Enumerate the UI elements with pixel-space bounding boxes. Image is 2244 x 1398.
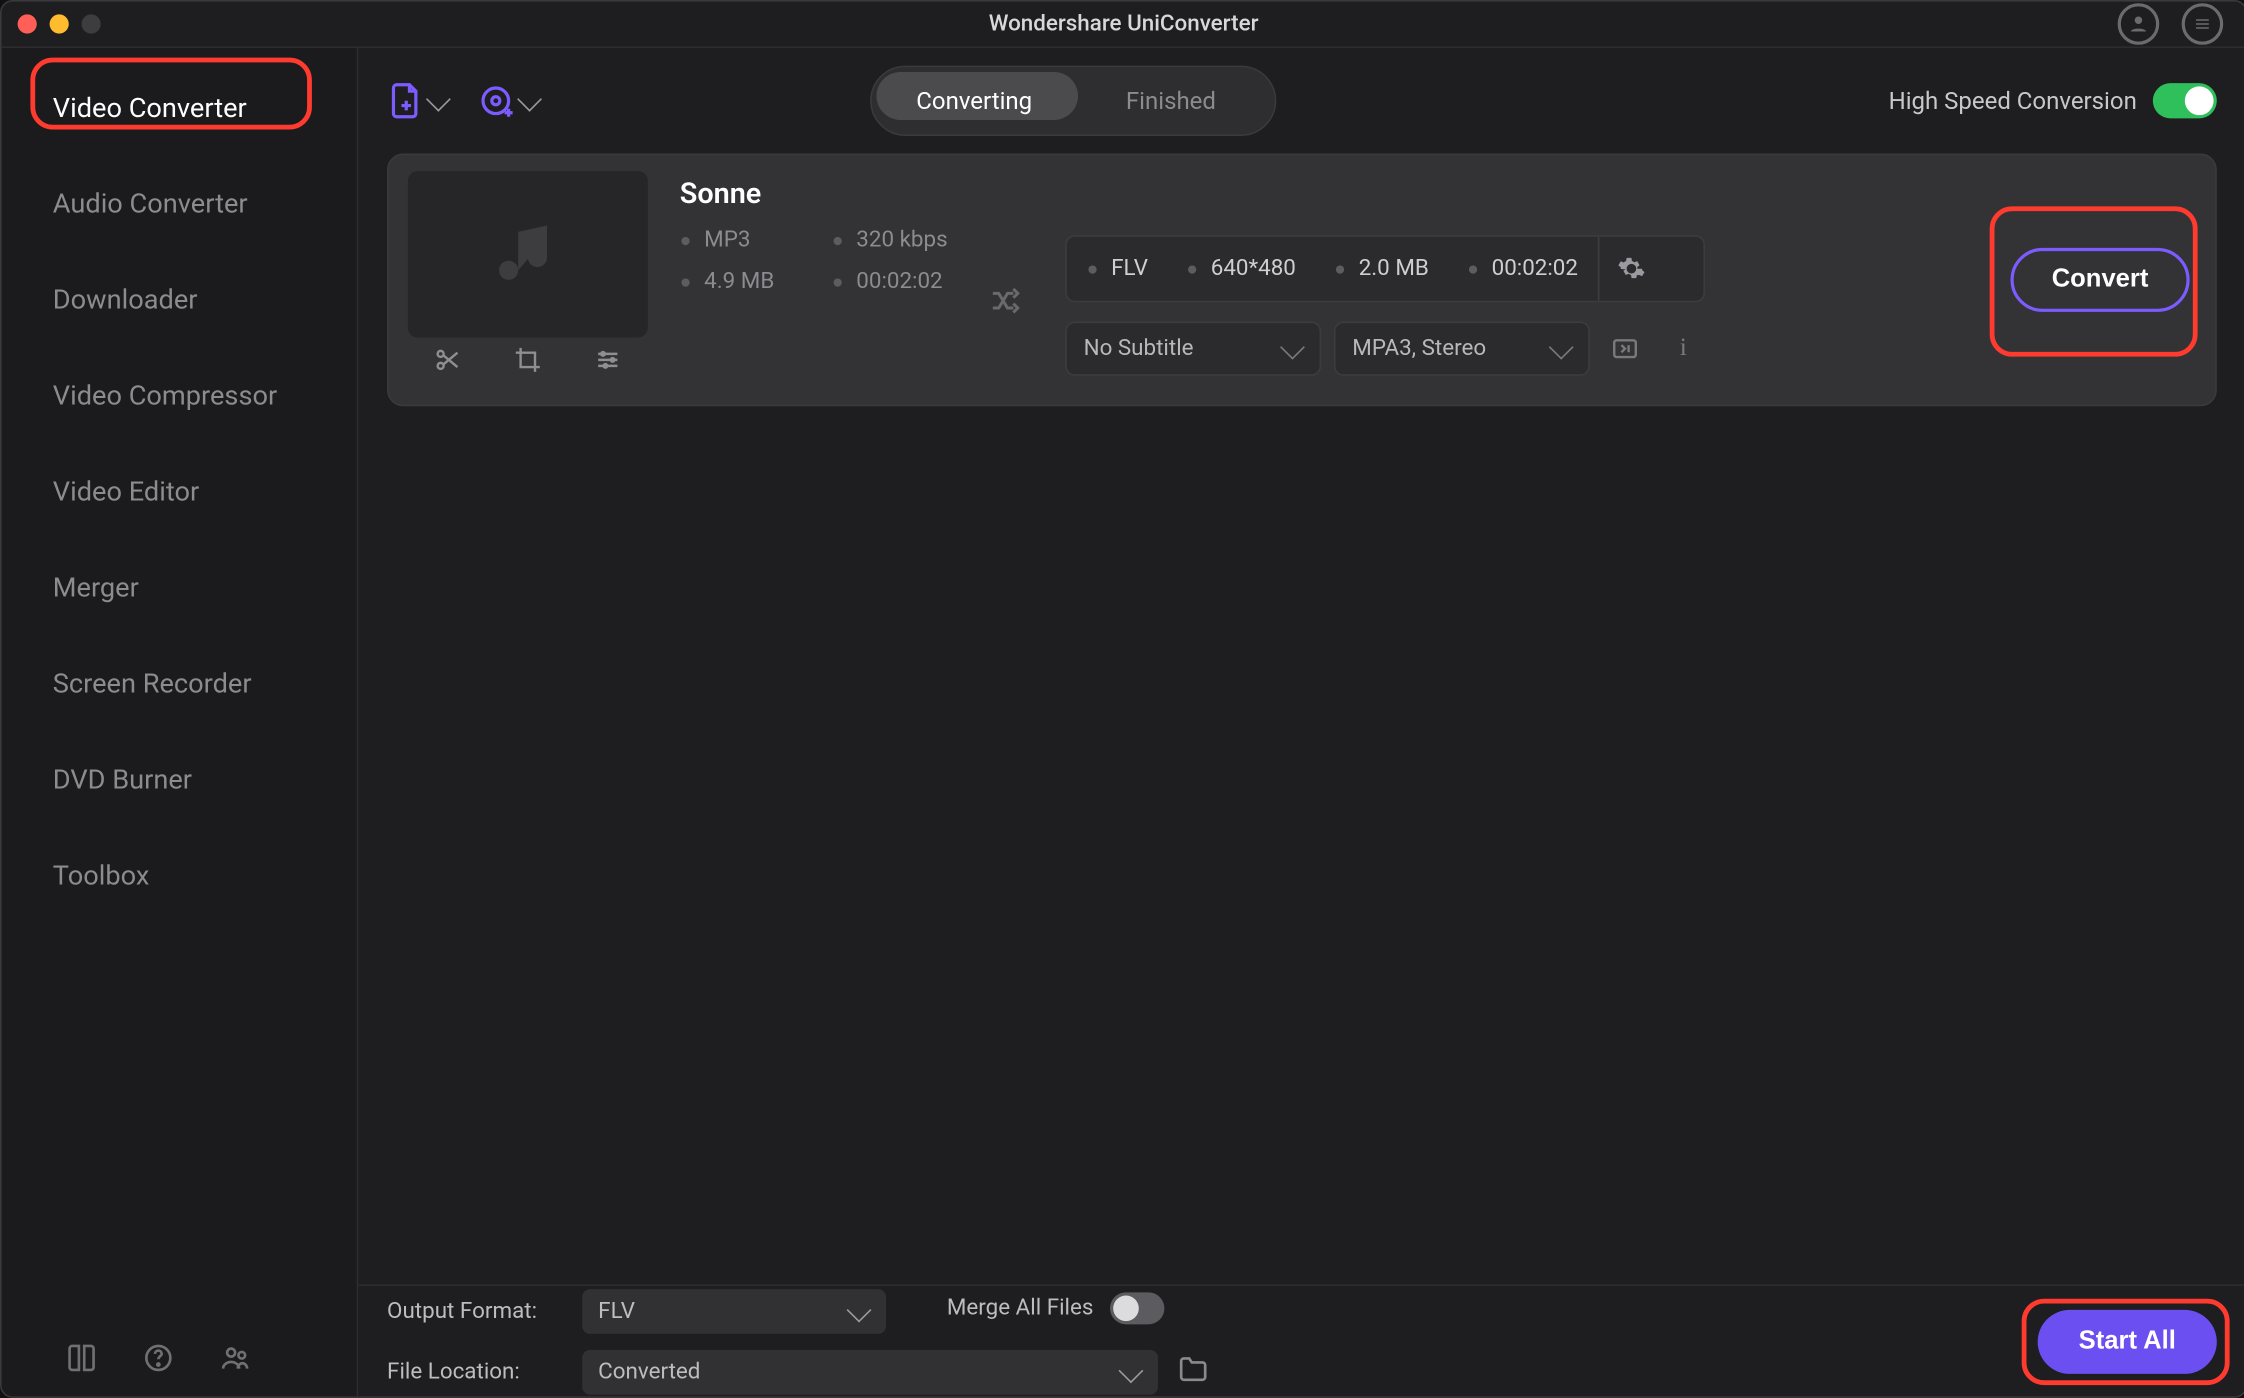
- file-location-dropdown[interactable]: Converted: [582, 1350, 1158, 1395]
- src-format: ●MP3: [680, 227, 775, 253]
- menu-icon[interactable]: [2182, 3, 2224, 45]
- out-size: ●2.0 MB: [1315, 237, 1448, 301]
- out-duration: ●00:02:02: [1448, 237, 1597, 301]
- info-icon[interactable]: i: [1661, 326, 1706, 371]
- output-format-dropdown[interactable]: FLV: [582, 1289, 886, 1334]
- chevron-down-icon: [426, 86, 451, 111]
- seg-finished[interactable]: Finished: [1073, 77, 1270, 125]
- sidebar-item-video-editor[interactable]: Video Editor: [2, 445, 357, 541]
- toolbar: Converting Finished High Speed Conversio…: [358, 48, 2244, 154]
- src-bitrate: ●320 kbps: [832, 227, 948, 253]
- minimize-window-icon[interactable]: [50, 14, 69, 33]
- sidebar-item-downloader[interactable]: Downloader: [2, 253, 357, 349]
- close-window-icon[interactable]: [18, 14, 37, 33]
- audio-dropdown[interactable]: MPA3, Stereo: [1335, 321, 1591, 375]
- sidebar: Video Converter Audio Converter Download…: [2, 48, 359, 1398]
- sidebar-item-audio-converter[interactable]: Audio Converter: [2, 157, 357, 253]
- sidebar-item-video-converter[interactable]: Video Converter: [2, 61, 357, 157]
- guide-icon[interactable]: [66, 1342, 98, 1380]
- chevron-down-icon: [847, 1297, 872, 1322]
- trim-icon[interactable]: [433, 345, 462, 380]
- maximize-window-icon[interactable]: [82, 14, 101, 33]
- conversion-list: Sonne ●MP3 ●320 kbps ●4.9 MB ●00:02:02: [358, 154, 2244, 1285]
- titlebar: Wondershare UniConverter: [2, 2, 2244, 48]
- chevron-down-icon: [517, 86, 542, 111]
- file-location-label: File Location:: [387, 1360, 563, 1386]
- crop-icon[interactable]: [513, 345, 542, 380]
- out-format: ●FLV: [1068, 237, 1168, 301]
- convert-button[interactable]: Convert: [2010, 248, 2189, 312]
- music-note-icon: [489, 216, 566, 293]
- thumbnail[interactable]: [408, 171, 648, 337]
- output-format-label: Output Format:: [387, 1299, 563, 1325]
- help-icon[interactable]: [142, 1342, 174, 1380]
- community-icon[interactable]: [219, 1342, 251, 1380]
- bottom-bar: Output Format: FLV Merge All Files File …: [358, 1284, 2244, 1398]
- audio-value: MPA3, Stereo: [1352, 336, 1486, 362]
- output-format-value: FLV: [598, 1299, 635, 1325]
- window-title: Wondershare UniConverter: [989, 11, 1259, 37]
- effects-icon[interactable]: [593, 345, 622, 380]
- sidebar-footer: [2, 1324, 357, 1398]
- merge-toggle[interactable]: [1109, 1292, 1163, 1324]
- add-file-button[interactable]: [387, 82, 449, 120]
- out-res: ●640*480: [1167, 237, 1315, 301]
- sidebar-item-screen-recorder[interactable]: Screen Recorder: [2, 637, 357, 733]
- chevron-down-icon: [1118, 1358, 1143, 1383]
- expand-preview-icon[interactable]: [1603, 326, 1648, 371]
- content: Converting Finished High Speed Conversio…: [358, 48, 2244, 1398]
- src-size: ●4.9 MB: [680, 269, 775, 295]
- app-window: Wondershare UniConverter Video Converter…: [0, 0, 2244, 1398]
- start-all-button[interactable]: Start All: [2038, 1310, 2217, 1374]
- src-duration: ●00:02:02: [832, 269, 948, 295]
- open-folder-icon[interactable]: [1177, 1353, 1209, 1391]
- file-location-value: Converted: [598, 1360, 700, 1386]
- output-settings-bar[interactable]: ●FLV ●640*480 ●2.0 MB ●00:02:02: [1066, 235, 1706, 302]
- sidebar-item-dvd-burner[interactable]: DVD Burner: [2, 733, 357, 829]
- add-disc-button[interactable]: [478, 82, 540, 120]
- swap-icon[interactable]: [989, 283, 1024, 325]
- subtitle-dropdown[interactable]: No Subtitle: [1066, 321, 1322, 375]
- gear-icon[interactable]: [1597, 237, 1663, 301]
- merge-label: Merge All Files: [947, 1296, 1094, 1322]
- sidebar-item-merger[interactable]: Merger: [2, 541, 357, 637]
- sidebar-item-video-compressor[interactable]: Video Compressor: [2, 349, 357, 445]
- account-icon[interactable]: [2118, 3, 2160, 45]
- high-speed-label: High Speed Conversion: [1889, 86, 2137, 115]
- media-item-card: Sonne ●MP3 ●320 kbps ●4.9 MB ●00:02:02: [387, 154, 2217, 407]
- seg-converting[interactable]: Converting: [876, 77, 1073, 125]
- chevron-down-icon: [1281, 334, 1306, 359]
- high-speed-toggle[interactable]: [2153, 83, 2217, 118]
- converting-finished-segment[interactable]: Converting Finished: [869, 66, 1275, 136]
- chevron-down-icon: [1550, 334, 1575, 359]
- subtitle-value: No Subtitle: [1084, 336, 1194, 362]
- sidebar-item-toolbox[interactable]: Toolbox: [2, 829, 357, 925]
- traffic-lights: [2, 14, 101, 33]
- item-title: Sonne: [680, 178, 948, 212]
